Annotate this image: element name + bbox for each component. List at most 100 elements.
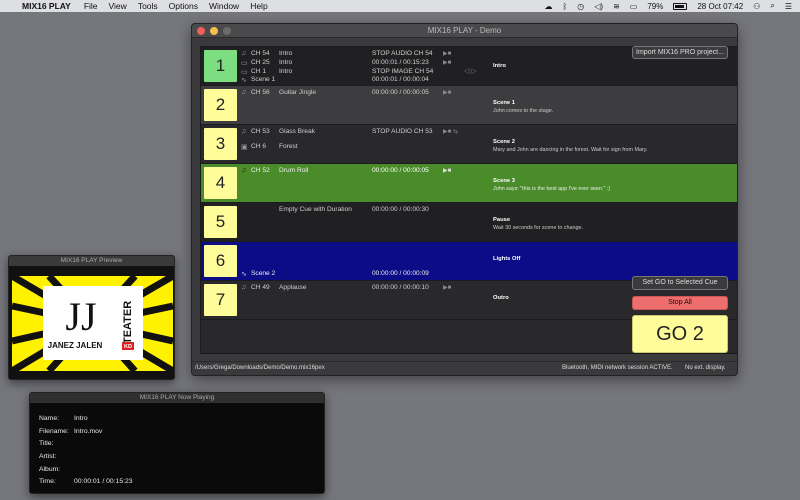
cue-channel: CH 1: [251, 68, 267, 75]
spotlight-search-icon[interactable]: ⌕: [770, 1, 774, 11]
cue-name: Glass Break: [279, 128, 315, 135]
scene-title: Lights Off: [493, 256, 521, 262]
close-window-button[interactable]: [197, 27, 205, 35]
cue-number-1[interactable]: 1: [204, 50, 237, 82]
cue-channel: CH 25: [251, 59, 270, 66]
cue-number-7[interactable]: 7: [204, 284, 237, 316]
scene-description: John says: "this is the best app I've ev…: [493, 186, 611, 192]
display-status: No ext. display.: [685, 365, 726, 371]
cue-row-2[interactable]: 2 ♫ CH 56 Guitar Jingle 00:00:00 / 00:00…: [201, 86, 737, 125]
status-tray: ☁ ᛒ ◷ ◁) ≋ ▭ 79% 28 Oct 07:42 ⚇ ⌕ ☰: [544, 0, 792, 12]
scene-title: Pause: [493, 217, 511, 223]
now-playing-name: Name: Intro: [39, 415, 88, 422]
audio-icon: ♫: [241, 167, 247, 174]
cloud-icon[interactable]: ☁: [544, 2, 552, 11]
audio-icon: ♫: [241, 284, 247, 291]
menu-view[interactable]: View: [109, 1, 127, 11]
clock[interactable]: 28 Oct 07:42: [697, 2, 743, 11]
go-button[interactable]: GO 2: [632, 315, 728, 353]
wifi-icon[interactable]: ≋: [613, 2, 620, 11]
battery-icon[interactable]: [673, 2, 688, 10]
set-go-selected-cue-button[interactable]: Set GO to Selected Cue: [632, 276, 728, 290]
lighting-fixture-icon: ▣: [241, 144, 248, 151]
user-icon[interactable]: ⚇: [753, 2, 760, 11]
cue-channel: Scene 2: [251, 270, 276, 277]
notification-center-icon[interactable]: ☰: [785, 2, 792, 11]
cue-status: 00:00:00 / 00:00:30: [372, 206, 429, 213]
session-status: Bluetooth, MIDI network session ACTIVE.: [562, 365, 673, 371]
scene-title: Scene 1: [493, 100, 515, 106]
preview-window-title[interactable]: MIX16 PLAY Preview: [9, 256, 174, 266]
cue-status: 00:00:01 / 00:00:04: [372, 76, 429, 83]
cue-status: 00:00:00 / 00:00:05: [372, 89, 429, 96]
bluetooth-icon[interactable]: ᛒ: [562, 2, 567, 11]
play-stop-controls[interactable]: ▶■: [443, 89, 451, 96]
cue-status: STOP AUDIO CH 54: [372, 50, 433, 57]
menu-options[interactable]: Options: [169, 1, 198, 11]
logo-badge: KD: [124, 344, 132, 350]
stop-all-button[interactable]: Stop All: [632, 296, 728, 310]
cue-number-2[interactable]: 2: [204, 89, 237, 121]
audio-icon: ♫: [241, 89, 247, 96]
play-stop-controls[interactable]: ▶■: [443, 59, 451, 66]
volume-icon[interactable]: ◁): [594, 2, 603, 11]
cue-status: 00:00:00 / 00:00:10: [372, 284, 429, 291]
play-stop-controls[interactable]: ▶■: [443, 284, 451, 291]
minimize-window-button[interactable]: [210, 27, 218, 35]
main-window-title: MIX16 PLAY - Demo: [427, 26, 502, 35]
field-value: 00:00:01 / 00:15:23: [74, 478, 133, 485]
now-playing-album: Album:: [39, 466, 74, 473]
field-label: Name:: [39, 415, 60, 422]
cue-name: Intro: [279, 50, 293, 57]
cue-row-4[interactable]: 4 ♫ CH 52 Drum Roll 00:00:00 / 00:00:05 …: [201, 164, 737, 203]
audio-icon: ♫: [241, 50, 247, 57]
cue-row-5[interactable]: 5 Empty Cue with Duration 00:00:00 / 00:…: [201, 203, 737, 242]
cue-status: STOP AUDIO CH 53: [372, 128, 433, 135]
zoom-window-button[interactable]: [223, 27, 231, 35]
cue-channel: CH 54: [251, 50, 270, 57]
play-stop-controls[interactable]: ▶■ ⇆: [443, 128, 458, 135]
now-playing-artist: Artist:: [39, 453, 74, 460]
time-machine-icon[interactable]: ◷: [577, 2, 584, 11]
cue-channel: CH 52: [251, 167, 270, 174]
now-playing-time: Time: 00:00:01 / 00:15:23: [39, 478, 133, 485]
play-stop-controls[interactable]: ▶■: [443, 50, 451, 57]
menu-file[interactable]: File: [84, 1, 98, 11]
now-playing-filename: Filename: Intro.mov: [39, 428, 102, 435]
menu-app-name[interactable]: MIX16 PLAY: [22, 1, 71, 11]
airplay-icon[interactable]: ▭: [630, 2, 638, 11]
play-stop-controls[interactable]: ▶■: [443, 167, 451, 174]
project-path: /Users/Grega/Downloads/Demo/Demo.mix16pe…: [195, 365, 325, 371]
cue-status: 00:00:00 / 00:00:05: [372, 167, 429, 174]
cue-number-3[interactable]: 3: [204, 128, 237, 160]
battery-percent[interactable]: 79%: [647, 2, 663, 11]
menu-window[interactable]: Window: [209, 1, 239, 11]
scene-description: Mary and John are dancing in the forest.…: [493, 147, 648, 153]
cue-number-4[interactable]: 4: [204, 167, 237, 199]
cue-channel: CH 56: [251, 89, 270, 96]
image-icon: ▭: [241, 69, 248, 76]
now-playing-title[interactable]: MIX16 PLAY Now Playing: [30, 393, 324, 403]
import-project-button[interactable]: Import MIX16 PRO project...: [632, 46, 728, 59]
lighting-scene-icon: ∿: [241, 271, 247, 278]
logo-brand: JJ: [65, 294, 96, 339]
field-label: Time:: [39, 478, 56, 485]
cue-number-5[interactable]: 5: [204, 206, 237, 238]
prev-next-arrows[interactable]: ◁ ▷: [464, 67, 477, 75]
menu-tools[interactable]: Tools: [138, 1, 158, 11]
scene-title: Scene 2: [493, 139, 515, 145]
cue-name: Guitar Jingle: [279, 89, 317, 96]
cue-row-3[interactable]: 3 ♫ CH 53 Glass Break STOP AUDIO CH 53 ▶…: [201, 125, 737, 164]
lighting-scene-icon: ∿: [241, 77, 247, 84]
cue-number-6[interactable]: 6: [204, 245, 237, 277]
field-value: Intro: [74, 415, 88, 422]
cue-channel: CH 49: [251, 284, 270, 291]
cue-status: 00:00:01 / 00:15:23: [372, 59, 429, 66]
field-label: Title:: [39, 440, 54, 447]
main-window-titlebar[interactable]: MIX16 PLAY - Demo: [192, 24, 737, 38]
menu-help[interactable]: Help: [250, 1, 267, 11]
cue-name: Intro: [279, 68, 293, 75]
field-label: Artist:: [39, 453, 57, 460]
cue-status: 00:00:00 / 00:00:09: [372, 270, 429, 277]
cue-status: STOP IMAGE CH 54: [372, 68, 434, 75]
